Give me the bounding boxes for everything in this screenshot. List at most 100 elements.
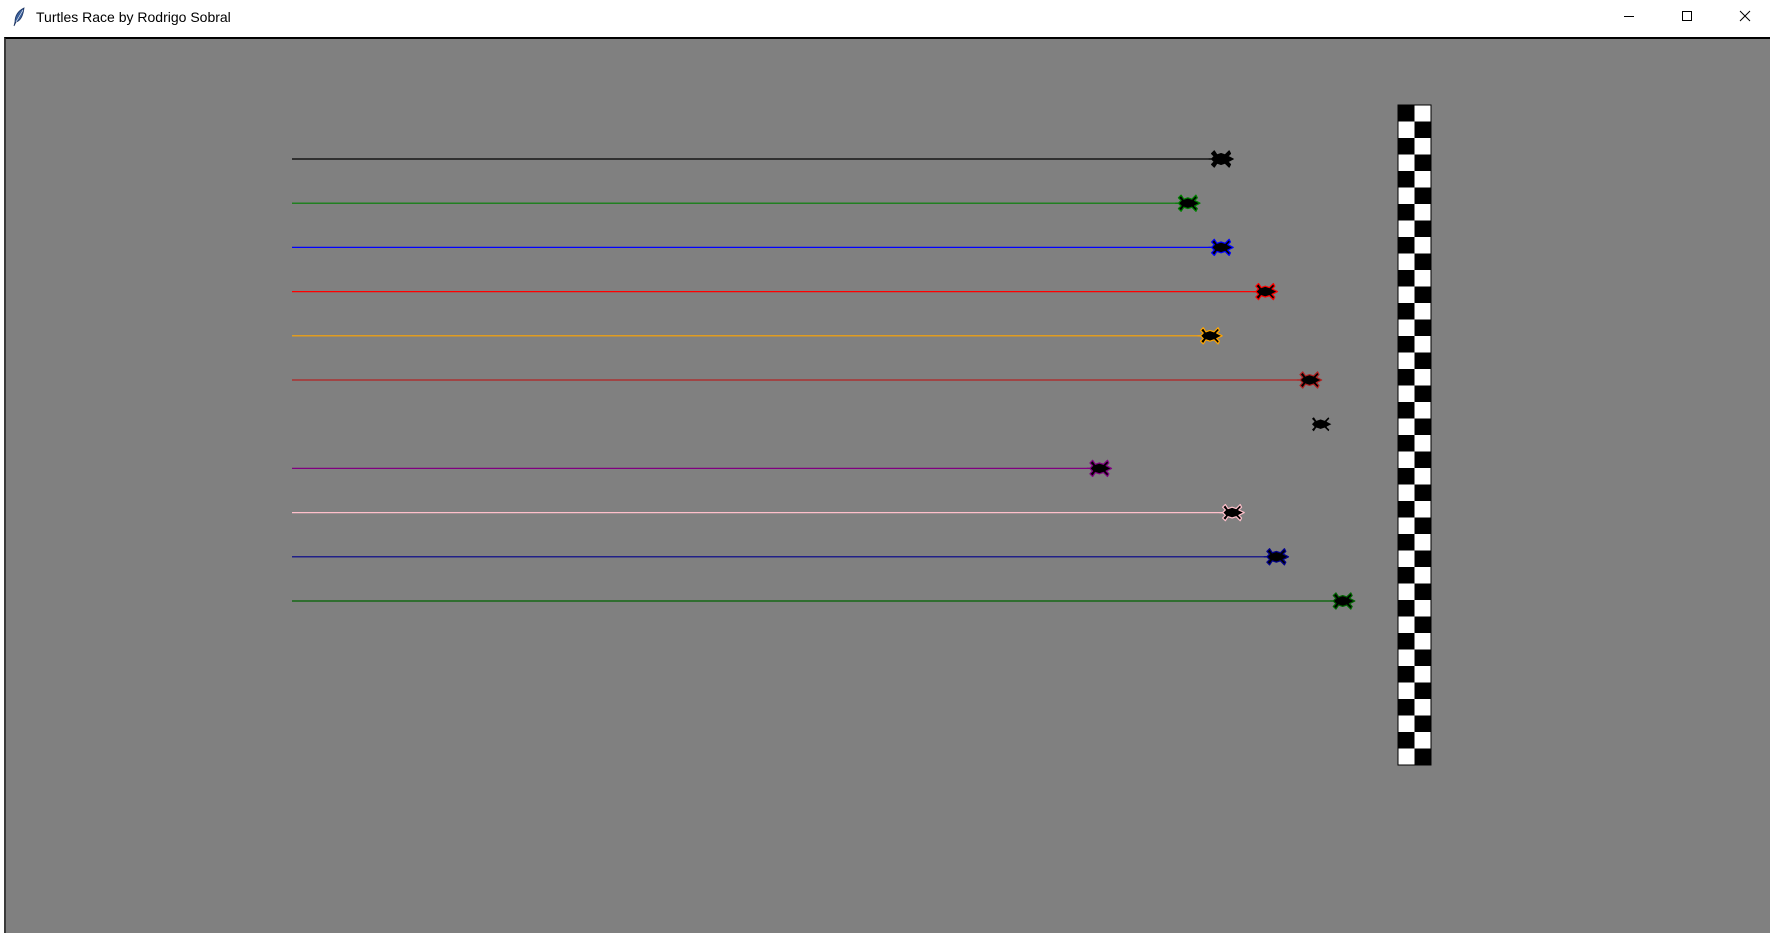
finish-square	[1414, 369, 1431, 386]
finish-square	[1398, 336, 1415, 353]
finish-square	[1414, 237, 1431, 254]
finish-square	[1398, 319, 1415, 336]
finish-square	[1398, 418, 1415, 435]
race-drawing	[292, 104, 1432, 766]
finish-square	[1414, 633, 1431, 650]
finish-square	[1398, 435, 1415, 452]
finish-square	[1414, 484, 1431, 501]
finish-square	[1414, 715, 1431, 732]
title-bar[interactable]: Turtles Race by Rodrigo Sobral	[0, 0, 1774, 36]
finish-square	[1414, 435, 1431, 452]
finish-square	[1414, 550, 1431, 567]
finish-square	[1398, 616, 1415, 633]
turtle-icon	[1175, 194, 1201, 212]
finish-square	[1398, 748, 1415, 765]
finish-square	[1398, 138, 1415, 155]
race-lane	[292, 459, 1113, 478]
maximize-button[interactable]	[1658, 0, 1716, 36]
finish-square	[1414, 171, 1431, 188]
turtle-icon	[1219, 503, 1245, 522]
turtle-icon	[1252, 282, 1279, 301]
finish-square	[1398, 534, 1415, 551]
turtle-icon	[1296, 371, 1323, 389]
finish-square	[1398, 303, 1415, 320]
turtle-icon	[1086, 459, 1113, 478]
finish-square	[1414, 682, 1431, 699]
finish-square	[1398, 352, 1415, 369]
finish-square	[1414, 303, 1431, 320]
race-lane	[292, 194, 1201, 212]
finish-square	[1414, 402, 1431, 419]
finish-square	[1414, 270, 1431, 287]
finish-square	[1398, 121, 1415, 138]
finish-square	[1414, 253, 1431, 270]
turtle-icon	[1329, 592, 1356, 610]
minimize-icon	[1623, 9, 1635, 27]
race-lane	[292, 327, 1223, 345]
finish-square	[1398, 699, 1415, 716]
close-button[interactable]	[1716, 0, 1774, 36]
finish-square	[1398, 286, 1415, 303]
finish-square	[1414, 468, 1431, 485]
finish-square	[1414, 748, 1431, 765]
finish-square	[1398, 633, 1415, 650]
turtle-canvas[interactable]	[4, 37, 1770, 933]
race-lane	[292, 503, 1245, 522]
finish-square	[1398, 649, 1415, 666]
finish-square	[1398, 468, 1415, 485]
finish-square	[1398, 154, 1415, 171]
finish-square	[1414, 534, 1431, 551]
race-lane	[292, 282, 1279, 301]
finish-square	[1398, 270, 1415, 287]
race-lane	[1307, 415, 1334, 433]
turtle-icon	[1208, 150, 1234, 168]
finish-square	[1414, 418, 1431, 435]
finish-square	[1398, 187, 1415, 204]
finish-square	[1398, 484, 1415, 501]
finish-square	[1414, 501, 1431, 518]
finish-square	[1414, 583, 1431, 600]
finish-square	[1414, 121, 1431, 138]
finish-square	[1398, 451, 1415, 468]
finish-square	[1398, 550, 1415, 567]
finish-square	[1414, 154, 1431, 171]
finish-square	[1414, 319, 1431, 336]
finish-square	[1398, 220, 1415, 237]
finish-square	[1398, 385, 1415, 402]
finish-square	[1414, 732, 1431, 749]
finish-square	[1398, 501, 1415, 518]
finish-square	[1414, 187, 1431, 204]
race-lane	[292, 371, 1323, 389]
app-window: Turtles Race by Rodrigo Sobral	[0, 0, 1774, 933]
finish-square	[1398, 517, 1415, 534]
finish-square	[1414, 666, 1431, 683]
finish-square	[1414, 336, 1431, 353]
finish-square	[1414, 517, 1431, 534]
finish-square	[1414, 105, 1431, 122]
finish-square	[1398, 204, 1415, 221]
turtle-icon	[1208, 238, 1234, 257]
race-lane	[292, 150, 1234, 168]
finish-square	[1414, 352, 1431, 369]
finish-square	[1414, 616, 1431, 633]
race-lane	[292, 592, 1356, 610]
finish-square	[1398, 171, 1415, 188]
finish-square	[1414, 286, 1431, 303]
finish-square	[1398, 583, 1415, 600]
finish-square	[1398, 732, 1415, 749]
finish-square	[1414, 220, 1431, 237]
finish-square	[1414, 451, 1431, 468]
maximize-icon	[1681, 9, 1693, 27]
minimize-button[interactable]	[1600, 0, 1658, 36]
turtle-icon	[1197, 327, 1223, 345]
close-icon	[1739, 9, 1751, 27]
finish-square	[1398, 567, 1415, 584]
finish-square	[1398, 237, 1415, 254]
race-lane	[292, 238, 1234, 257]
race-lane	[292, 548, 1290, 566]
finish-square	[1414, 649, 1431, 666]
turtle-icon	[1307, 415, 1334, 433]
window-title: Turtles Race by Rodrigo Sobral	[36, 9, 231, 25]
finish-square	[1398, 682, 1415, 699]
turtle-icon	[1263, 548, 1290, 566]
